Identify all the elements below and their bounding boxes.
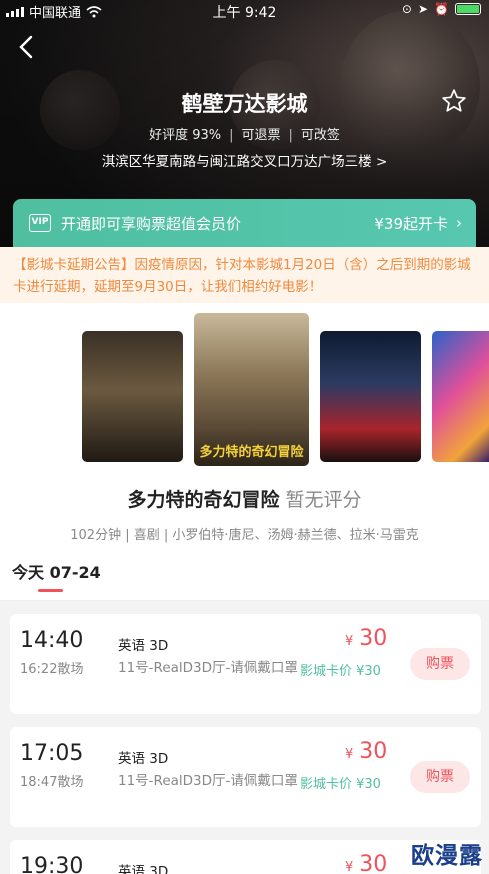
cinema-address[interactable]: 淇滨区华夏南路与闽江路交叉口万达广场三楼 >	[0, 150, 489, 170]
star-icon	[442, 89, 466, 112]
showtime-hall: 11号-RealD3D厅-请佩戴口罩	[118, 660, 298, 676]
movie-poster-carousel[interactable]: 多力特的奇幻冒险	[0, 303, 489, 473]
battery-icon	[455, 3, 481, 15]
showtime-end: 18:47散场	[20, 775, 84, 790]
lock-rotation-icon: ⊙	[401, 2, 412, 16]
showtime-price: 30	[359, 626, 388, 651]
favorite-button[interactable]	[441, 88, 467, 114]
showtime-end: 16:22散场	[20, 662, 84, 677]
movie-poster[interactable]	[320, 331, 421, 462]
buy-ticket-button[interactable]: 购票	[410, 648, 470, 680]
showtime-start: 14:40	[20, 628, 84, 653]
chevron-right-icon: ›	[456, 214, 462, 232]
rating-tag: 好评度 93%	[149, 128, 222, 143]
location-icon: ➤	[417, 2, 429, 16]
notice-banner: 【影城卡延期公告】因疫情原因，针对本影城1月20日（含）之后到期的影城卡进行延期…	[0, 247, 489, 303]
showtime-start: 19:30	[20, 854, 84, 874]
status-bar: 中国联通 上午 9:42 ⊙ ➤ ⏰	[0, 0, 489, 21]
back-button[interactable]	[16, 34, 44, 62]
showtime-language: 英语 3D	[118, 638, 169, 654]
card-price: 影城卡价 ¥30	[300, 664, 381, 679]
showtime-price: 30	[359, 852, 388, 874]
movie-poster-selected[interactable]: 多力特的奇幻冒险	[194, 313, 309, 466]
cinema-name: 鹤壁万达影城	[181, 92, 308, 116]
showtime-start: 17:05	[20, 741, 84, 766]
vip-text: 开通即可享购票超值会员价	[61, 214, 242, 233]
date-tab-indicator	[38, 589, 63, 592]
change-tag: 可改签	[300, 128, 340, 143]
cinema-tags: 好评度 93% | 可退票 | 可改签	[149, 128, 340, 143]
back-arrow-icon	[19, 35, 33, 59]
currency-symbol: ¥	[345, 634, 354, 649]
date-tab-today[interactable]: 今天 07-24	[12, 559, 101, 583]
vip-banner[interactable]: VIP 开通即可享购票超值会员价 ¥39起开卡 ›	[13, 199, 476, 247]
showtime-language: 英语 3D	[118, 751, 169, 767]
showtime-row[interactable]: 17:05 18:47散场 英语 3D 11号-RealD3D厅-请佩戴口罩 ¥…	[10, 727, 481, 827]
movie-meta: 102分钟 | 喜剧 | 小罗伯特·唐尼、汤姆·赫兰德、拉米·马雷克	[70, 528, 419, 543]
alarm-icon: ⏰	[434, 2, 449, 16]
card-price: 影城卡价 ¥30	[300, 777, 381, 792]
date-tabs: 今天 07-24	[0, 551, 489, 601]
movie-title: 多力特的奇幻冒险	[127, 489, 280, 511]
currency-symbol: ¥	[345, 747, 354, 762]
showtime-price: 30	[359, 739, 388, 764]
watermark-text: 欧漫露	[411, 843, 483, 869]
movie-score: 暂无评分	[285, 489, 362, 511]
refund-tag: 可退票	[241, 128, 281, 143]
vip-icon: VIP	[29, 214, 51, 232]
showtime-row[interactable]: 14:40 16:22散场 英语 3D 11号-RealD3D厅-请佩戴口罩 ¥…	[10, 614, 481, 714]
movie-poster[interactable]	[82, 331, 183, 462]
currency-symbol: ¥	[345, 860, 354, 874]
movie-info: 多力特的奇幻冒险 暂无评分 102分钟 | 喜剧 | 小罗伯特·唐尼、汤姆·赫兰德…	[0, 473, 489, 551]
showtime-language: 英语 3D	[118, 864, 169, 874]
showtime-hall: 11号-RealD3D厅-请佩戴口罩	[118, 773, 298, 789]
buy-ticket-button[interactable]: 购票	[410, 761, 470, 793]
movie-poster[interactable]	[432, 331, 489, 462]
vip-price: ¥39起开卡	[374, 214, 448, 233]
